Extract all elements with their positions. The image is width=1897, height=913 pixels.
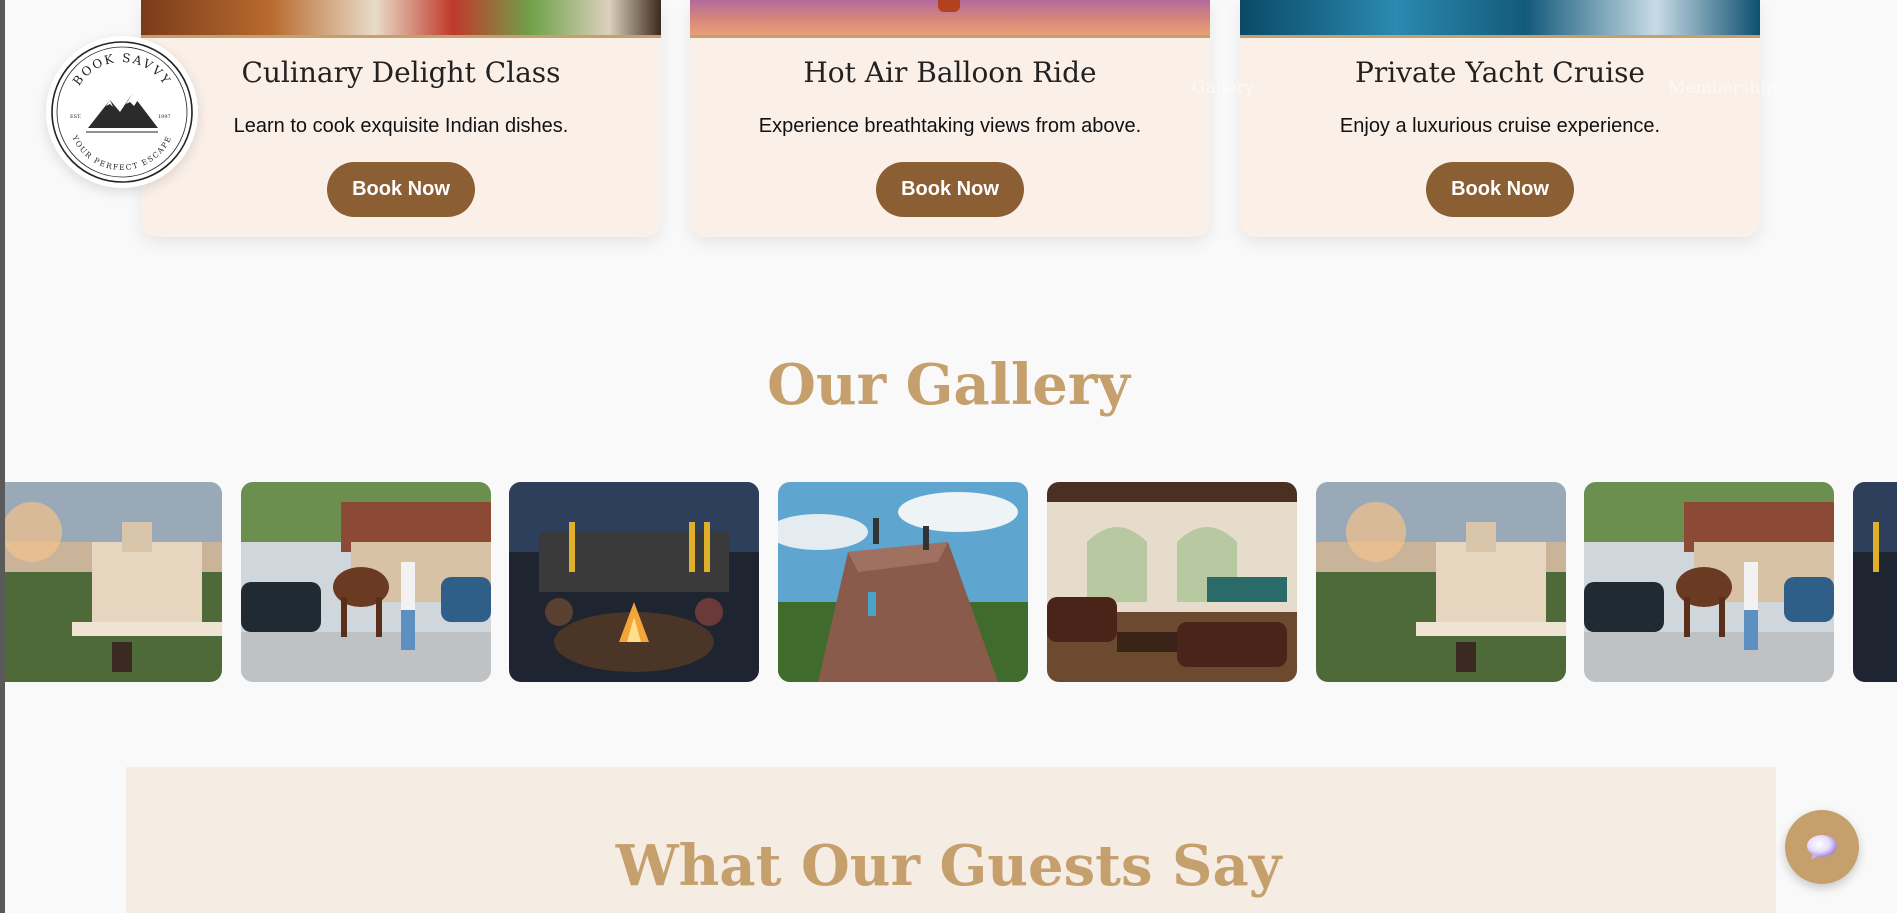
gallery-image-bonfire[interactable] — [1853, 482, 1897, 682]
experience-card-culinary: Culinary Delight Class Learn to cook exq… — [141, 0, 661, 237]
experience-card-balloon: Hot Air Balloon Ride Experience breathta… — [690, 0, 1210, 237]
experience-card-yacht: Private Yacht Cruise Enjoy a luxurious c… — [1240, 0, 1760, 237]
chat-button[interactable] — [1785, 810, 1859, 884]
gallery-image-horse-riding[interactable] — [1584, 482, 1834, 682]
testimonials-title: What Our Guests Say — [615, 833, 1282, 899]
gallery-image-horse-riding[interactable] — [241, 482, 491, 682]
balloon-basket — [938, 0, 960, 12]
svg-text:BOOK SAVVY: BOOK SAVVY — [70, 51, 174, 88]
gallery-image-lounge[interactable] — [1047, 482, 1297, 682]
book-savvy-logo[interactable]: BOOK SAVVY YOUR PERFECT ESCAPE EST. 1997 — [46, 36, 198, 188]
gallery-image-palace-terrace[interactable] — [1316, 482, 1566, 682]
mountain-icon — [86, 94, 158, 133]
gallery-image-rock-climbing[interactable] — [778, 482, 1028, 682]
nav-link-gallery[interactable]: Gallery — [1192, 78, 1254, 98]
logo-top-text: BOOK SAVVY — [70, 51, 172, 88]
nav-link-membership[interactable]: Membership — [1668, 78, 1777, 98]
balloon-image — [690, 0, 1210, 38]
gallery-title: Our Gallery — [767, 352, 1130, 418]
culinary-image — [141, 0, 661, 38]
logo-est: EST. — [70, 114, 82, 120]
yacht-image — [1240, 0, 1760, 38]
card-title: Hot Air Balloon Ride — [803, 56, 1097, 89]
card-title: Culinary Delight Class — [241, 56, 561, 89]
logo-year: 1997 — [158, 114, 171, 120]
gallery-image-bonfire[interactable] — [509, 482, 759, 682]
card-description: Enjoy a luxurious cruise experience. — [1339, 115, 1661, 137]
book-now-button[interactable]: Book Now — [876, 162, 1024, 217]
card-description: Learn to cook exquisite Indian dishes. — [233, 115, 569, 137]
chat-bubble-icon — [1807, 835, 1837, 860]
window-edge — [0, 0, 5, 913]
book-now-button[interactable]: Book Now — [327, 162, 475, 217]
gallery-image-palace-terrace[interactable] — [0, 482, 222, 682]
card-description: Experience breathtaking views from above… — [758, 115, 1142, 137]
book-now-button[interactable]: Book Now — [1426, 162, 1574, 217]
